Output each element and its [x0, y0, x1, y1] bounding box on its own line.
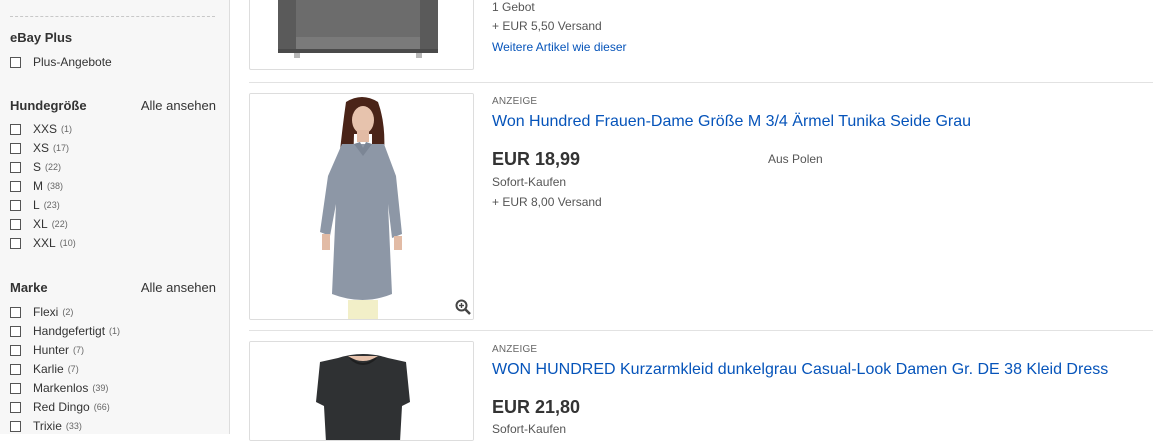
checkbox[interactable]	[10, 420, 21, 432]
filter-option-count: (22)	[45, 162, 62, 172]
filter-option-count: (66)	[93, 402, 110, 412]
checkbox[interactable]	[10, 180, 21, 192]
filter-option-brand[interactable]: Karlie (7)	[10, 360, 79, 378]
filter-option-brand[interactable]: Markenlos (39)	[10, 379, 108, 397]
more-like-this-link[interactable]: Weitere Artikel wie dieser	[492, 40, 627, 54]
filter-title-marke: Marke	[10, 280, 48, 295]
filter-option-label: Red Dingo	[33, 400, 90, 414]
filter-marke: Marke Alle ansehen Flexi (2) Handgefertig…	[10, 280, 216, 433]
filter-option-count: (22)	[51, 219, 68, 229]
filter-option-size[interactable]: S (22)	[10, 158, 61, 176]
filter-option-label: Trixie	[33, 419, 62, 433]
see-all-link[interactable]: Alle ansehen	[141, 98, 216, 113]
listing-divider	[249, 82, 1153, 83]
filter-option-size[interactable]: XXS (1)	[10, 120, 72, 138]
filter-option-size[interactable]: M (38)	[10, 177, 63, 195]
filter-option-count: (1)	[109, 326, 121, 336]
checkbox[interactable]	[10, 344, 21, 356]
filter-option-count: (7)	[67, 364, 79, 374]
checkbox[interactable]	[10, 218, 21, 230]
filter-ebay-plus: eBay Plus Plus-Angebote	[10, 30, 216, 69]
listing-title[interactable]: Won Hundred Frauen-Dame Größe M 3/4 Ärme…	[492, 113, 971, 131]
filter-title-hundegroesse: Hundegröße	[10, 98, 87, 113]
filter-option-label: Handgefertigt	[33, 324, 106, 338]
checkbox[interactable]	[10, 382, 21, 394]
checkbox[interactable]	[10, 401, 21, 413]
filter-hundegroesse: Hundegröße Alle ansehen XXS (1) XS (17) S(…	[10, 98, 216, 250]
filter-title-ebay-plus: eBay Plus	[10, 30, 73, 45]
filter-option-brand[interactable]: Trixie (33)	[10, 417, 82, 435]
listing-price: EUR 21,80	[492, 397, 581, 417]
filter-option-size[interactable]: XL (22)	[10, 215, 68, 233]
ad-label: ANZEIGE	[492, 344, 538, 355]
listing-image[interactable]	[249, 341, 474, 441]
filter-option-brand[interactable]: Flexi (2)	[10, 303, 73, 321]
filter-option-label: M	[33, 179, 43, 193]
checkbox[interactable]	[10, 325, 21, 337]
checkbox[interactable]	[10, 161, 21, 173]
sidebar-divider	[10, 16, 215, 17]
filter-option-size[interactable]: L (23)	[10, 196, 60, 214]
checkbox[interactable]	[10, 56, 21, 68]
dress-image	[250, 342, 473, 440]
tunic-image	[250, 94, 473, 319]
filter-option-count: (1)	[61, 124, 73, 134]
filter-option-count: (33)	[65, 421, 82, 431]
buy-format: Sofort-Kaufen	[492, 175, 567, 189]
results-list: 1 Gebot + EUR 5,50 Versand Weitere Artik…	[230, 0, 1156, 441]
filter-option-count: (10)	[59, 238, 76, 248]
filter-option-count: (38)	[47, 181, 64, 191]
filter-option-size[interactable]: XS (17)	[10, 139, 69, 157]
listing-title[interactable]: WON HUNDRED Kurzarmkleid dunkelgrau Casu…	[492, 361, 1108, 379]
filter-option-label: XXL	[33, 236, 56, 250]
filter-sidebar: eBay Plus Plus-Angebote Hundegröße Alle …	[0, 0, 230, 434]
see-all-link[interactable]: Alle ansehen	[141, 280, 216, 295]
listing-image[interactable]	[249, 0, 474, 70]
checkbox[interactable]	[10, 306, 21, 318]
shipping-cost: + EUR 5,50 Versand	[492, 19, 602, 33]
checkbox[interactable]	[10, 363, 21, 375]
filter-option-label: Flexi	[33, 305, 59, 319]
filter-option-count: (7)	[73, 345, 85, 355]
checkbox[interactable]	[10, 199, 21, 211]
listing-image[interactable]	[249, 93, 474, 320]
filter-option-brand[interactable]: Handgefertigt (1)	[10, 322, 120, 340]
filter-option-count: (23)	[43, 200, 60, 210]
filter-option-label: L	[33, 198, 40, 212]
zoom-icon[interactable]	[454, 298, 472, 316]
checkbox[interactable]	[10, 237, 21, 249]
filter-option-count: (17)	[53, 143, 70, 153]
filter-option-label: Karlie	[33, 362, 64, 376]
filter-option-label: S	[33, 160, 42, 174]
checkbox[interactable]	[10, 123, 21, 135]
filter-option-label: XL	[33, 217, 48, 231]
filter-option-label: Hunter	[33, 343, 70, 357]
checkbox[interactable]	[10, 142, 21, 154]
filter-option-count: (2)	[62, 307, 74, 317]
shipping-cost: + EUR 8,00 Versand	[492, 195, 602, 209]
item-origin: Aus Polen	[768, 152, 823, 166]
filter-option-label: Markenlos	[33, 381, 89, 395]
filter-option-count: (39)	[92, 383, 109, 393]
filter-option-brand[interactable]: Red Dingo (66)	[10, 398, 110, 416]
filter-option-size[interactable]: XXL (10)	[10, 234, 76, 252]
filter-option-label: XS	[33, 141, 50, 155]
filter-option-label: Plus-Angebote	[33, 55, 112, 69]
sofa-image	[278, 0, 438, 58]
bid-count: 1 Gebot	[492, 0, 535, 14]
filter-option-label: XXS	[33, 122, 58, 136]
filter-option-brand[interactable]: Hunter (7)	[10, 341, 84, 359]
filter-option-plus-angebote[interactable]: Plus-Angebote	[10, 53, 112, 71]
listing-price: EUR 18,99	[492, 149, 581, 169]
ad-label: ANZEIGE	[492, 96, 538, 107]
listing-divider	[249, 330, 1153, 331]
